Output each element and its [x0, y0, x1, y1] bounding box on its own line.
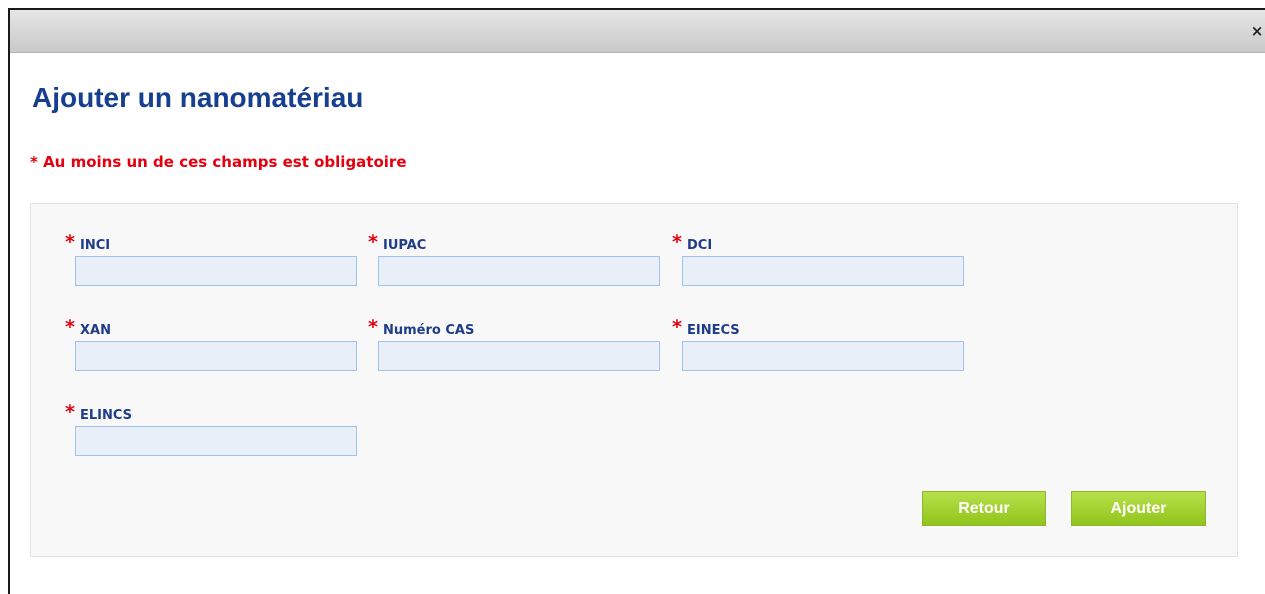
required-fields-note: * Au moins un de ces champs est obligato…: [30, 153, 407, 171]
field-label: Numéro CAS: [383, 323, 475, 338]
form-panel: * INCI * IUPAC * DCI * XAN * Numéro CAS …: [30, 203, 1238, 557]
page-title: Ajouter un nanomatériau: [32, 82, 364, 113]
required-star: *: [368, 231, 378, 253]
field-label: DCI: [687, 238, 713, 253]
required-star: *: [65, 231, 75, 253]
iupac-input[interactable]: [378, 256, 660, 286]
required-star: *: [672, 231, 682, 253]
required-star: *: [65, 401, 75, 423]
inci-input[interactable]: [75, 256, 357, 286]
required-star: *: [672, 316, 682, 338]
dci-input[interactable]: [682, 256, 964, 286]
field-cas-number: * Numéro CAS: [368, 317, 660, 371]
xan-input[interactable]: [75, 341, 357, 371]
field-label: EINECS: [687, 323, 740, 338]
add-button[interactable]: Ajouter: [1071, 491, 1206, 526]
required-star: *: [368, 316, 378, 338]
field-label: XAN: [80, 323, 111, 338]
back-button[interactable]: Retour: [922, 491, 1046, 526]
field-einecs: * EINECS: [672, 317, 964, 371]
add-nanomaterial-dialog: × Ajouter un nanomatériau * Au moins un …: [8, 8, 1265, 594]
field-inci: * INCI: [65, 232, 357, 286]
field-label: ELINCS: [80, 408, 133, 423]
close-icon[interactable]: ×: [1249, 22, 1265, 40]
field-label: IUPAC: [383, 238, 427, 253]
field-elincs: * ELINCS: [65, 402, 357, 456]
field-label: INCI: [80, 238, 111, 253]
cas-number-input[interactable]: [378, 341, 660, 371]
field-dci: * DCI: [672, 232, 964, 286]
dialog-titlebar: ×: [10, 10, 1265, 53]
required-star: *: [65, 316, 75, 338]
field-xan: * XAN: [65, 317, 357, 371]
einecs-input[interactable]: [682, 341, 964, 371]
elincs-input[interactable]: [75, 426, 357, 456]
field-iupac: * IUPAC: [368, 232, 660, 286]
